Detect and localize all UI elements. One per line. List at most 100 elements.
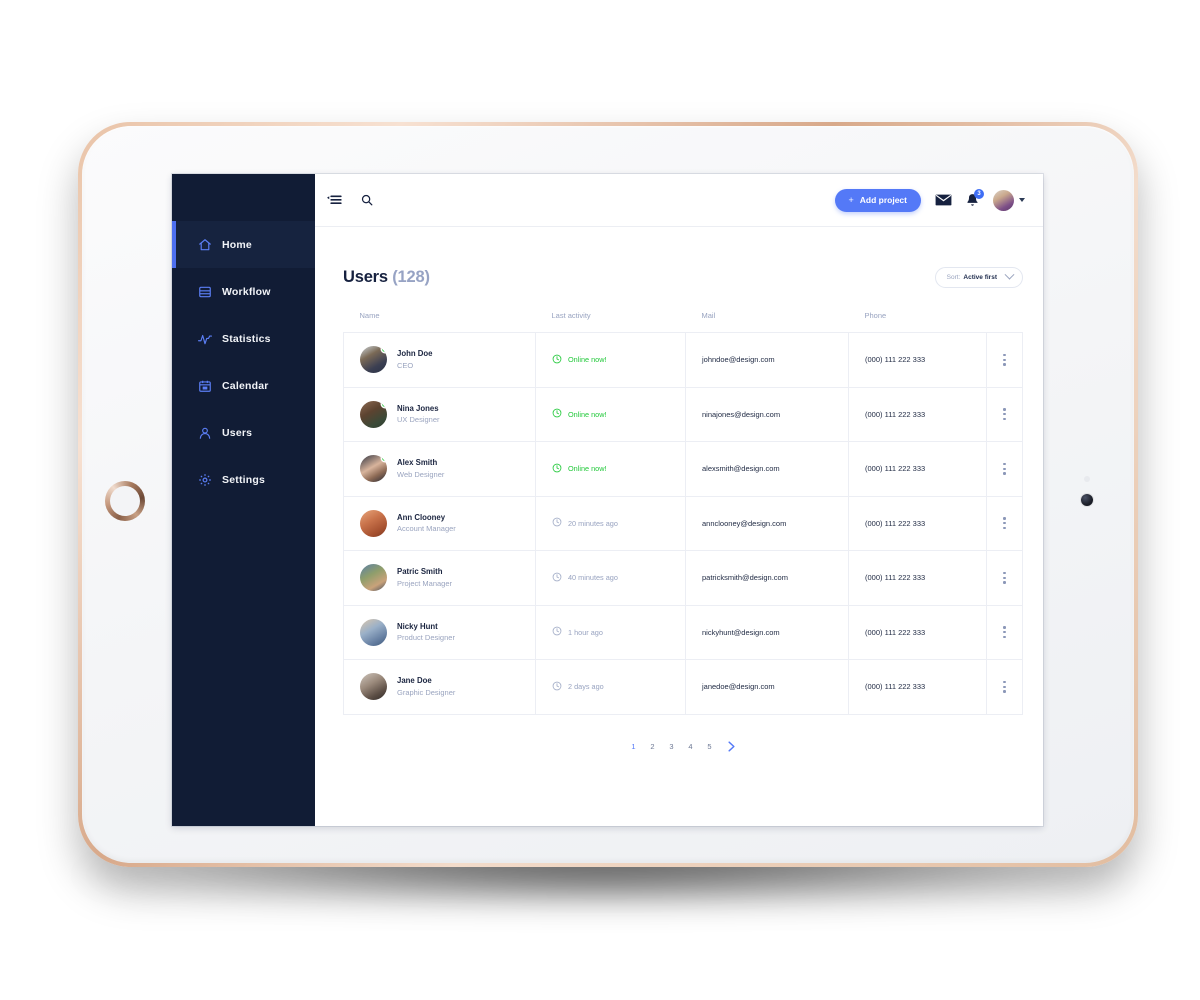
sidebar-item-users[interactable]: Users — [172, 409, 315, 456]
activity-text: 40 minutes ago — [568, 573, 618, 583]
table-row[interactable]: Patric Smith Project Manager 40 minutes ag… — [343, 550, 1023, 606]
table-body: John Doe CEO Online now! johndoe@design.com… — [343, 332, 1023, 715]
cell-last-activity: Online now! — [535, 441, 686, 497]
sidebar-item-workflow[interactable]: Workflow — [172, 268, 315, 315]
online-status-dot — [382, 455, 387, 462]
user-phone: (000) 111 222 333 — [865, 355, 926, 365]
row-menu-icon[interactable] — [1003, 626, 1006, 639]
sidebar: Home Workflow Statistics Calendar Users … — [172, 174, 315, 826]
cell-name: Patric Smith Project Manager — [343, 550, 536, 606]
table-row[interactable]: Alex Smith Web Designer Online now! alexsmi… — [343, 441, 1023, 497]
activity-text: Online now! — [568, 409, 607, 419]
avatar — [993, 189, 1014, 211]
plus-icon: + — [848, 195, 854, 205]
page-title: Users (128) — [343, 268, 430, 287]
notifications-button[interactable]: 3 — [966, 189, 984, 207]
table-row[interactable]: John Doe CEO Online now! johndoe@design.com… — [343, 332, 1023, 388]
clock-icon — [552, 408, 562, 420]
activity-text: 20 minutes ago — [568, 518, 618, 528]
table-header: Name Last activity Mail Phone — [344, 311, 1023, 333]
cell-last-activity: Online now! — [535, 386, 686, 442]
cell-last-activity: Online now! — [535, 332, 686, 388]
online-status-dot — [382, 346, 387, 353]
sidebar-item-home[interactable]: Home — [172, 221, 315, 268]
pagination-page-1[interactable]: 1 — [626, 739, 641, 754]
user-role: Graphic Designer — [397, 687, 456, 697]
user-mail: patricksmith@design.com — [702, 573, 788, 583]
user-mail: annclooney@design.com — [702, 518, 787, 528]
row-menu-icon[interactable] — [1003, 680, 1006, 693]
user-menu[interactable] — [993, 189, 1025, 211]
cell-actions — [986, 386, 1023, 442]
cell-phone: (000) 111 222 333 — [848, 659, 987, 715]
pagination-page-3[interactable]: 3 — [664, 739, 679, 754]
cell-actions — [986, 659, 1023, 715]
user-count: (128) — [392, 268, 430, 286]
sidebar-item-calendar[interactable]: Calendar — [172, 362, 315, 409]
home-button-ring[interactable] — [105, 481, 145, 521]
cell-phone: (000) 111 222 333 — [848, 604, 987, 660]
user-role: CEO — [397, 360, 414, 370]
column-header-actions — [987, 311, 1023, 333]
app-screen: Home Workflow Statistics Calendar Users … — [172, 174, 1043, 826]
clock-icon — [552, 354, 562, 366]
sidebar-item-label: Statistics — [222, 332, 271, 345]
user-phone: (000) 111 222 333 — [865, 409, 926, 419]
sidebar-item-label: Workflow — [222, 285, 271, 298]
chevron-down-icon — [1004, 269, 1015, 280]
row-menu-icon[interactable] — [1003, 408, 1006, 421]
sort-value: Active first — [963, 274, 997, 281]
cell-mail: annclooney@design.com — [685, 495, 849, 551]
sidebar-item-statistics[interactable]: Statistics — [172, 315, 315, 362]
user-phone: (000) 111 222 333 — [865, 627, 926, 637]
clock-icon — [552, 463, 562, 475]
sidebar-item-settings[interactable]: Settings — [172, 456, 315, 503]
cell-phone: (000) 111 222 333 — [848, 550, 987, 606]
row-menu-icon[interactable] — [1003, 517, 1006, 530]
cell-mail: alexsmith@design.com — [685, 441, 849, 497]
settings-icon — [198, 473, 212, 487]
row-menu-icon[interactable] — [1003, 353, 1006, 366]
cell-name: John Doe CEO — [343, 332, 536, 388]
table-row[interactable]: Jane Doe Graphic Designer 2 days ago janedo… — [343, 659, 1023, 715]
cell-last-activity: 20 minutes ago — [535, 495, 686, 551]
pagination-page-2[interactable]: 2 — [645, 739, 660, 754]
pagination-page-5[interactable]: 5 — [702, 739, 717, 754]
column-header-last-activity: Last activity — [551, 311, 591, 320]
user-phone: (000) 111 222 333 — [865, 518, 926, 528]
calendar-icon — [198, 379, 212, 393]
sort-dropdown[interactable]: Sort: Active first — [934, 267, 1023, 288]
add-project-label: Add project — [859, 195, 907, 205]
mail-icon[interactable] — [935, 194, 952, 206]
sidebar-items: Home Workflow Statistics Calendar Users … — [172, 174, 315, 503]
pagination-page-4[interactable]: 4 — [683, 739, 698, 754]
table-row[interactable]: Nicky Hunt Product Designer 1 hour ago nick… — [343, 604, 1023, 660]
user-phone: (000) 111 222 333 — [865, 573, 926, 583]
add-project-button[interactable]: + Add project — [834, 188, 921, 212]
user-role: Account Manager — [397, 524, 456, 534]
avatar — [360, 509, 387, 537]
avatar — [360, 673, 387, 701]
chevron-right-icon[interactable] — [723, 739, 739, 755]
table-row[interactable]: Ann Clooney Account Manager 20 minutes ago… — [343, 495, 1023, 551]
cell-mail: johndoe@design.com — [685, 332, 849, 388]
user-name: Alex Smith — [397, 458, 438, 468]
row-menu-icon[interactable] — [1003, 462, 1006, 475]
clock-icon — [552, 681, 562, 693]
row-menu-icon[interactable] — [1003, 571, 1006, 584]
column-header-name: Name — [359, 311, 380, 320]
sidebar-item-label: Users — [222, 426, 253, 439]
hamburger-collapse-icon[interactable] — [327, 194, 342, 206]
user-name: Nicky Hunt — [397, 621, 438, 631]
pagination: 12345 — [343, 739, 1022, 755]
sidebar-item-label: Home — [222, 238, 252, 251]
activity-text: Online now! — [568, 355, 607, 365]
device-scene: Home Workflow Statistics Calendar Users … — [0, 0, 1200, 1000]
avatar — [360, 400, 387, 428]
cell-name: Ann Clooney Account Manager — [343, 495, 536, 551]
table-row[interactable]: Nina Jones UX Designer Online now! ninajone… — [343, 386, 1023, 442]
search-icon[interactable] — [361, 194, 373, 206]
avatar — [360, 455, 387, 483]
cell-name: Nina Jones UX Designer — [343, 386, 536, 442]
users-table: Name Last activity Mail Phone John Doe CE… — [343, 311, 1023, 715]
